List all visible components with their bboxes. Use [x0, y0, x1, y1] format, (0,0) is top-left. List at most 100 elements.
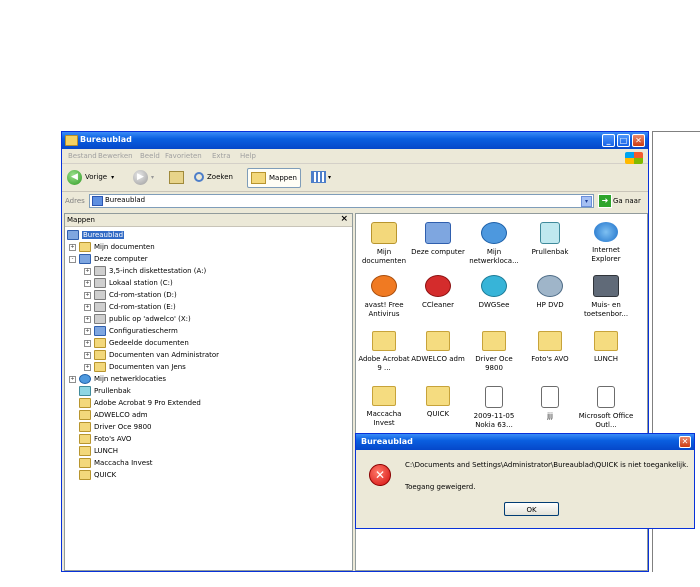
desktop-item-my-documents[interactable]: Mijn documenten: [356, 222, 412, 266]
tree-item[interactable]: Prullenbak: [79, 385, 131, 397]
folder-icon: [426, 331, 450, 351]
desktop-item-mouse-keyboard[interactable]: Muis- en toetsenbor...: [578, 275, 634, 319]
menu-bestand[interactable]: Bestand: [68, 152, 97, 160]
ok-button[interactable]: OK: [504, 502, 559, 516]
desktop-item-folder[interactable]: Adobe Acrobat 9 ...: [356, 331, 412, 373]
network-icon: [79, 374, 91, 384]
tree-item[interactable]: + 3,5-inch diskettestation (A:): [84, 265, 206, 277]
back-button[interactable]: ◀ Vorige ▾: [67, 168, 114, 186]
recycle-bin-icon: [79, 386, 91, 396]
forward-arrow-icon: ▶: [133, 169, 148, 185]
minimize-button[interactable]: _: [602, 134, 615, 147]
tree-item[interactable]: + Configuratiescherm: [84, 325, 178, 337]
views-button[interactable]: ▾: [311, 168, 331, 186]
folders-pane-close-icon[interactable]: ×: [340, 214, 348, 224]
dialog-close-button[interactable]: ✕: [679, 436, 691, 448]
desktop-item-document[interactable]: Microsoft Office Outl...: [578, 386, 634, 430]
tree-item[interactable]: + public op 'adwelco' (X:): [84, 313, 191, 325]
tree-item[interactable]: + Documenten van Administrator: [84, 349, 219, 361]
folder-up-icon: [169, 170, 184, 184]
forward-button[interactable]: ▶ ▾: [133, 168, 154, 186]
desktop-item-internet-explorer[interactable]: Internet Explorer: [578, 222, 634, 264]
tree-item[interactable]: LUNCH: [79, 445, 118, 457]
folder-icon: [79, 410, 91, 420]
tree-item[interactable]: Adobe Acrobat 9 Pro Extended: [79, 397, 201, 409]
menu-extra[interactable]: Extra: [212, 152, 230, 160]
tree-item[interactable]: - Deze computer: [69, 253, 148, 265]
close-button[interactable]: ✕: [632, 134, 645, 147]
dialog-detail: Toegang geweigerd.: [405, 483, 476, 491]
tree-item[interactable]: Foto's AVO: [79, 433, 131, 445]
network-places-icon: [481, 222, 507, 244]
desktop-item-folder[interactable]: Foto's AVO: [522, 331, 578, 364]
desktop-item-quick[interactable]: QUICK: [410, 386, 466, 419]
go-arrow-icon[interactable]: ➜: [598, 194, 612, 208]
dialog-title-bar[interactable]: Bureaublad ✕: [356, 434, 694, 450]
desktop-item-my-computer[interactable]: Deze computer: [410, 222, 466, 257]
text-document-icon: [541, 386, 559, 408]
tree-item[interactable]: + Documenten van Jens: [84, 361, 186, 373]
desktop-item-folder[interactable]: Driver Oce 9800: [466, 331, 522, 373]
address-bar: Adres Bureaublad ▾ ➜ Ga naar: [62, 193, 648, 208]
desktop-item-folder[interactable]: Maccacha Invest: [356, 386, 412, 428]
document-shortcut-icon: [597, 386, 615, 408]
tree-item[interactable]: + Lokaal station (C:): [84, 277, 173, 289]
address-label: Adres: [65, 197, 85, 205]
error-dialog: Bureaublad ✕ ✕ C:\Documents and Settings…: [355, 433, 695, 529]
dialog-message: C:\Documents and Settings\Administrator\…: [405, 461, 689, 469]
hard-drive-icon: [94, 278, 106, 288]
desktop-item-hp-dvd[interactable]: HP DVD: [522, 275, 578, 310]
tree-item[interactable]: + Mijn netwerklocaties: [69, 373, 166, 385]
desktop-item-document[interactable]: 2009-11-05 Nokia 63...: [466, 386, 522, 430]
desktop-item-folder[interactable]: ADWELCO adm: [410, 331, 466, 364]
internet-explorer-icon: [594, 222, 618, 242]
address-value: Bureaublad: [105, 196, 146, 204]
desktop-item-network[interactable]: Mijn netwerkloca...: [466, 222, 522, 266]
folder-icon: [594, 331, 618, 351]
menu-help[interactable]: Help: [240, 152, 256, 160]
folder-icon: [79, 242, 91, 252]
folder-icon: [372, 331, 396, 351]
menu-bewerken[interactable]: Bewerken: [98, 152, 133, 160]
frame-line: [652, 131, 700, 132]
error-icon: ✕: [369, 464, 391, 486]
desktop-item-dwgsee[interactable]: DWGSee: [466, 275, 522, 310]
address-dropdown-icon[interactable]: ▾: [581, 196, 592, 207]
go-button-label[interactable]: Ga naar: [613, 197, 641, 205]
search-icon: [194, 172, 204, 182]
menu-beeld[interactable]: Beeld: [140, 152, 160, 160]
back-arrow-icon: ◀: [67, 169, 82, 185]
back-dropdown-icon[interactable]: ▾: [111, 174, 114, 181]
desktop-item-ccleaner[interactable]: CCleaner: [410, 275, 466, 310]
tree-item[interactable]: + Mijn documenten: [69, 241, 155, 253]
up-button[interactable]: [169, 168, 184, 186]
tree-item[interactable]: Bureaublad: [67, 229, 125, 241]
title-bar[interactable]: Bureaublad _ □ ✕: [62, 132, 648, 149]
dwgsee-icon: [481, 275, 507, 297]
my-documents-icon: [371, 222, 397, 244]
desktop-item-folder[interactable]: LUNCH: [578, 331, 634, 364]
menu-favorieten[interactable]: Favorieten: [165, 152, 202, 160]
ccleaner-icon: [425, 275, 451, 297]
desktop-item-document[interactable]: jjj: [522, 386, 578, 421]
tree-item[interactable]: + Cd-rom-station (D:): [84, 289, 177, 301]
network-drive-icon: [94, 314, 106, 324]
folder-icon: [94, 338, 106, 348]
folders-button[interactable]: Mappen: [247, 168, 301, 188]
tree-item[interactable]: + Gedeelde documenten: [84, 337, 189, 349]
tree-item[interactable]: Maccacha Invest: [79, 457, 152, 469]
tree-item[interactable]: Driver Oce 9800: [79, 421, 151, 433]
cd-drive-icon: [94, 290, 106, 300]
search-button[interactable]: Zoeken: [194, 168, 233, 186]
maximize-button[interactable]: □: [617, 134, 630, 147]
tree-item[interactable]: ADWELCO adm: [79, 409, 148, 421]
desktop-icon: [92, 196, 103, 206]
tree-item[interactable]: QUICK: [79, 469, 116, 481]
desktop-item-recycle-bin[interactable]: Prullenbak: [522, 222, 578, 257]
window-title: Bureaublad: [80, 135, 132, 144]
desktop-item-avast[interactable]: avast! Free Antivirus: [356, 275, 412, 319]
cd-drive-icon: [94, 302, 106, 312]
folder-icon: [94, 362, 106, 372]
address-input[interactable]: Bureaublad ▾: [89, 194, 594, 208]
tree-item[interactable]: + Cd-rom-station (E:): [84, 301, 176, 313]
